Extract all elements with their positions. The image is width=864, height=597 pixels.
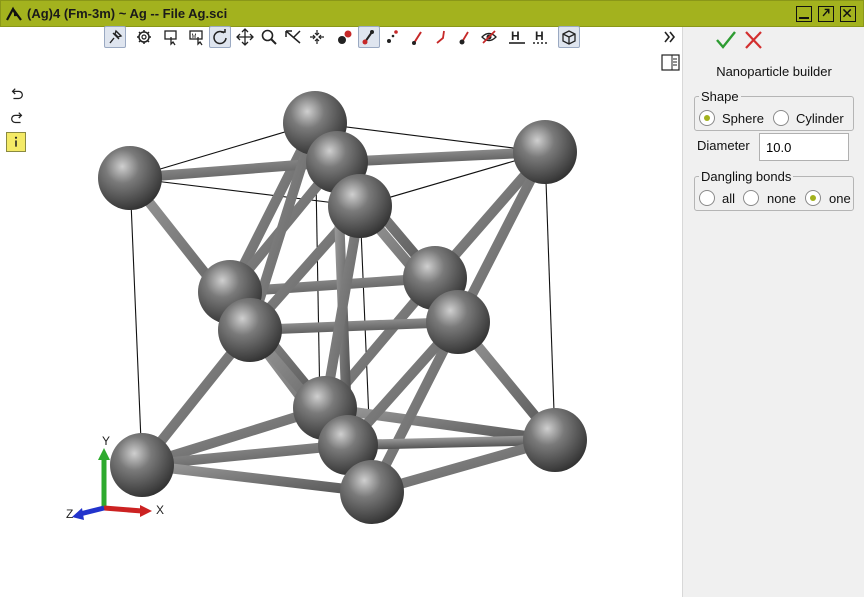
window-title: (Ag)4 (Fm-3m) ~ Ag -- File Ag.sci — [27, 6, 228, 21]
move-button[interactable] — [234, 26, 256, 48]
x-axis-label: X — [156, 503, 164, 517]
atom — [110, 433, 174, 497]
redo-icon — [11, 112, 23, 124]
dotted-bond-icon — [387, 30, 398, 43]
z-axis-label: Z — [66, 507, 73, 521]
select-rectangle-icon — [164, 30, 177, 46]
hydrogen-dotted-button[interactable]: H — [530, 26, 552, 48]
cancel-icon[interactable] — [744, 31, 764, 49]
red-bond-button[interactable] — [406, 26, 428, 48]
bond-button[interactable] — [358, 26, 380, 48]
transform-button[interactable] — [282, 26, 304, 48]
center-icon — [310, 30, 324, 44]
bond-angle-icon — [436, 30, 445, 44]
maximize-icon — [822, 8, 830, 17]
undo-icon — [11, 88, 23, 100]
unit-cell-button[interactable] — [558, 26, 580, 48]
zoom-button[interactable] — [258, 26, 280, 48]
pin-button[interactable] — [104, 26, 126, 48]
atom — [98, 146, 162, 210]
svg-text:M: M — [192, 34, 197, 40]
redo-button[interactable] — [6, 108, 28, 128]
measure-button[interactable]: M — [186, 26, 208, 48]
cube-icon — [562, 30, 576, 45]
select-button[interactable] — [160, 26, 182, 48]
atom-pair-icon — [338, 30, 352, 44]
dangling-all-label: all — [722, 191, 736, 206]
gear-icon — [137, 30, 151, 44]
transform-icon — [285, 30, 301, 44]
zoom-icon — [261, 29, 277, 45]
dangling-one-label: one — [829, 191, 851, 206]
atom — [340, 460, 404, 524]
hide-icon — [481, 30, 497, 44]
info-button[interactable] — [6, 132, 26, 152]
bond-red-icon — [412, 31, 422, 45]
sphere-radio[interactable] — [699, 110, 715, 126]
app-logo-icon — [6, 6, 22, 21]
dangling-all-radio[interactable] — [699, 190, 715, 206]
close-icon — [842, 8, 852, 18]
nanoparticle-panel: Nanoparticle builder Shape Sphere Cylind… — [661, 27, 864, 597]
y-axis-label: Y — [102, 434, 110, 448]
accept-icon[interactable] — [715, 30, 737, 50]
rotate-icon — [213, 29, 227, 45]
atom — [513, 120, 577, 184]
maximize-button[interactable] — [818, 6, 834, 22]
shape-legend: Shape — [701, 89, 739, 104]
panel-layout-icon[interactable] — [661, 54, 681, 72]
minimize-button[interactable] — [796, 6, 812, 22]
measure-icon: M — [189, 30, 203, 46]
hydrogen-button[interactable]: H — [506, 26, 528, 48]
bond-end-icon — [459, 31, 469, 45]
pin-icon — [109, 29, 123, 44]
svg-text:H: H — [535, 29, 544, 43]
center-button[interactable] — [306, 26, 328, 48]
hydrogen-dotted-icon: H — [533, 29, 549, 44]
bond-end-button[interactable] — [454, 26, 476, 48]
dangling-one-radio[interactable] — [805, 190, 821, 206]
hydrogen-icon: H — [509, 29, 525, 44]
atom — [426, 290, 490, 354]
bond-icon — [362, 30, 374, 45]
undo-button[interactable] — [6, 84, 28, 104]
info-icon — [14, 136, 18, 147]
cylinder-label: Cylinder — [796, 111, 844, 126]
atom — [218, 298, 282, 362]
dangling-bonds-legend: Dangling bonds — [701, 169, 792, 184]
settings-button[interactable] — [133, 26, 155, 48]
cylinder-radio[interactable] — [773, 110, 789, 126]
title-bar: (Ag)4 (Fm-3m) ~ Ag -- File Ag.sci — [0, 0, 864, 27]
atom — [523, 408, 587, 472]
close-button[interactable] — [840, 6, 856, 22]
diameter-input[interactable] — [759, 133, 849, 161]
minimize-icon — [799, 17, 809, 19]
atom-pair-button[interactable] — [334, 26, 356, 48]
structure-viewport[interactable]: Y X Z — [0, 26, 682, 597]
dangling-none-radio[interactable] — [743, 190, 759, 206]
collapse-panel-icon[interactable] — [663, 30, 677, 44]
atom — [328, 174, 392, 238]
bond-angle-button[interactable] — [430, 26, 452, 48]
dotted-bond-button[interactable] — [382, 26, 404, 48]
svg-text:H: H — [511, 29, 520, 43]
diameter-label: Diameter — [697, 138, 750, 153]
hide-button[interactable] — [478, 26, 500, 48]
dangling-none-label: none — [767, 191, 796, 206]
rotate-button[interactable] — [209, 26, 231, 48]
panel-title: Nanoparticle builder — [716, 64, 832, 79]
sphere-label: Sphere — [722, 111, 764, 126]
move-icon — [236, 28, 254, 46]
